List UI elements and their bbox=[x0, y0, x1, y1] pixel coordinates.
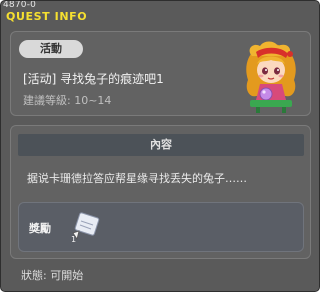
reward-label: 獎勵 bbox=[29, 222, 51, 235]
svg-text:1: 1 bbox=[71, 235, 76, 243]
quest-name: [活动] 寻找兔子的痕迹吧1 bbox=[23, 72, 164, 86]
reward-box: 獎勵 1 bbox=[18, 202, 304, 252]
quest-code: 4870-0 bbox=[3, 0, 37, 10]
category-badge: 活動 bbox=[19, 40, 83, 58]
quest-description: 据说卡珊德拉答应帮星缘寻找丢失的兔子…… bbox=[27, 172, 247, 185]
scroll-item-icon[interactable]: 1 bbox=[67, 211, 101, 243]
quest-summary-panel: 活動 [活动] 寻找兔子的痕迹吧1 建議等級: 10~14 bbox=[10, 31, 311, 116]
quest-status: 狀態: 可開始 bbox=[21, 269, 84, 282]
title-bar[interactable]: 4870-0 QUEST INFO bbox=[1, 1, 319, 27]
content-header: 內容 bbox=[18, 134, 304, 156]
window-title: QUEST INFO bbox=[6, 10, 88, 23]
npc-portrait-icon bbox=[246, 41, 296, 113]
quest-info-window: 4870-0 QUEST INFO 活動 [活动] 寻找兔子的痕迹吧1 建議等級… bbox=[0, 0, 320, 292]
quest-detail-panel: 內容 据说卡珊德拉答应帮星缘寻找丢失的兔子…… 獎勵 1 bbox=[10, 125, 311, 259]
recommended-level: 建議等級: 10~14 bbox=[23, 94, 112, 107]
